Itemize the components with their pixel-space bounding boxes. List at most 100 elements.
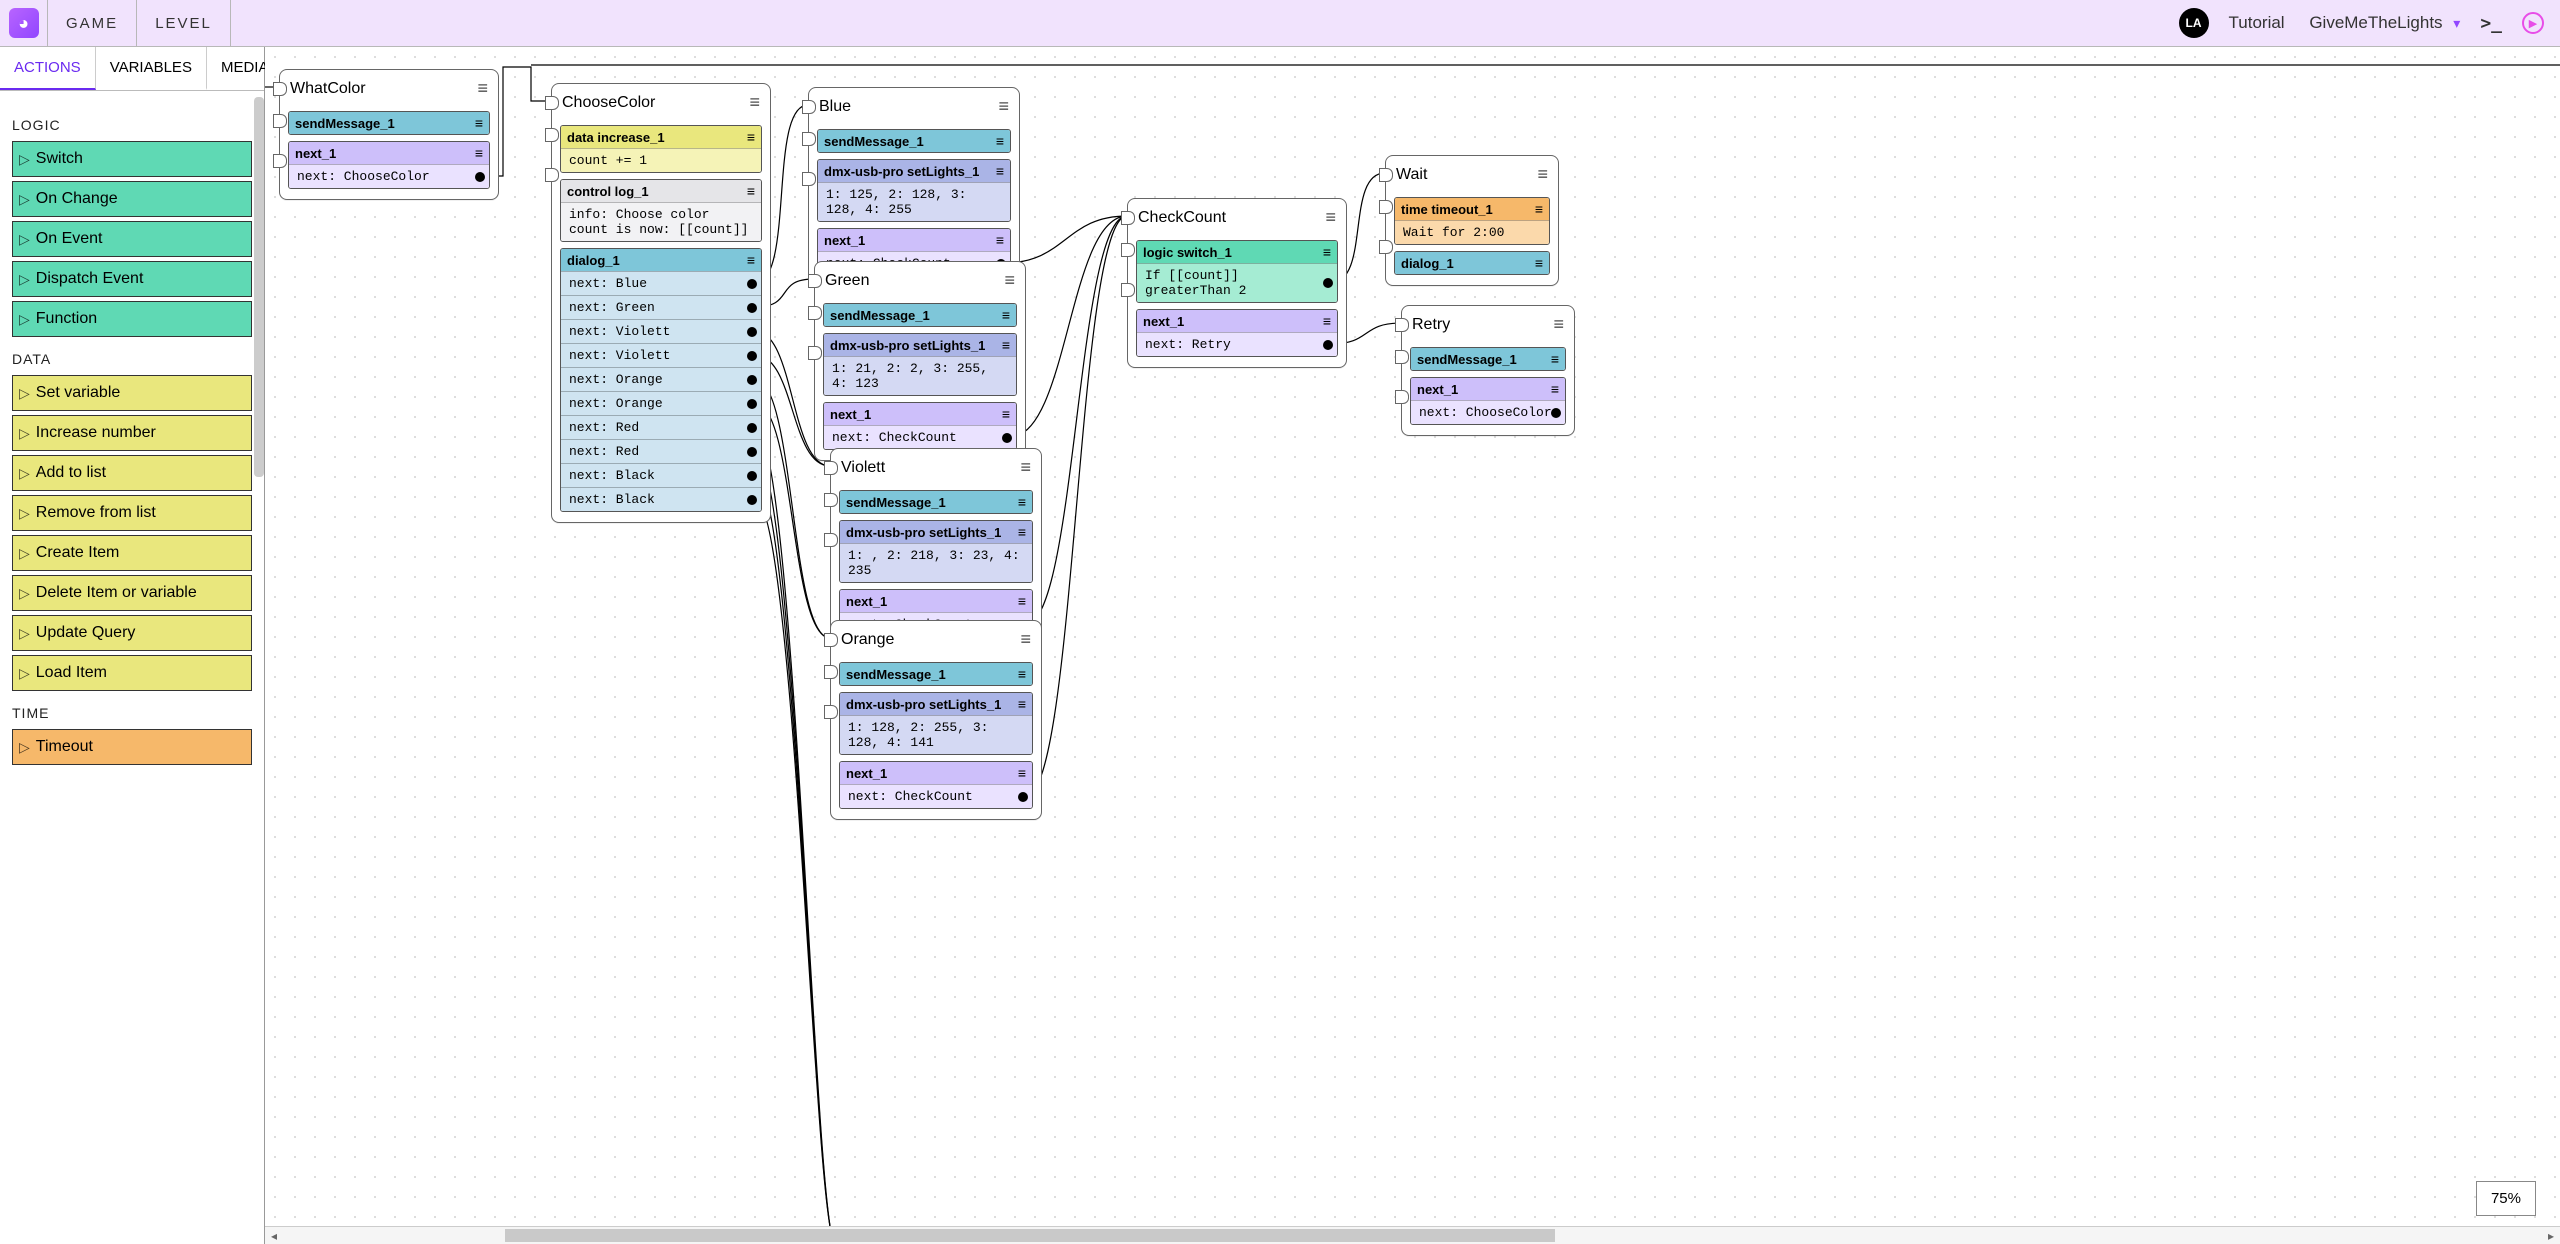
output-port[interactable]	[747, 303, 757, 313]
action-update-query[interactable]: ▷Update Query	[12, 615, 252, 651]
crumb-tutorial[interactable]: Tutorial	[2229, 13, 2285, 32]
node-row-send[interactable]: sendMessage_1≡	[817, 129, 1011, 153]
dialog-option[interactable]: next: Orange	[561, 367, 761, 391]
menu-icon[interactable]: ≡	[1323, 313, 1331, 329]
tab-actions[interactable]: ACTIONS	[0, 47, 96, 90]
dialog-option[interactable]: next: Red	[561, 439, 761, 463]
menu-icon[interactable]: ≡	[1020, 457, 1031, 478]
menu-icon[interactable]: ≡	[1002, 406, 1010, 422]
dialog-option[interactable]: next: Black	[561, 487, 761, 511]
zoom-indicator[interactable]: 75%	[2476, 1181, 2536, 1216]
app-logo[interactable]: ◕	[0, 0, 48, 46]
node-row-send[interactable]: sendMessage_1≡	[1410, 347, 1566, 371]
row-input-port[interactable]	[545, 128, 559, 142]
node-checkcount[interactable]: CheckCount≡ logic switch_1≡If [[count]] g…	[1127, 198, 1347, 368]
dialog-option[interactable]: next: Black	[561, 463, 761, 487]
menu-icon[interactable]: ≡	[996, 133, 1004, 149]
menu-icon[interactable]: ≡	[1325, 207, 1336, 228]
node-title[interactable]: CheckCount≡	[1128, 199, 1346, 236]
node-title[interactable]: ChooseColor≡	[552, 84, 770, 121]
node-input-port[interactable]	[1121, 211, 1135, 225]
node-row-time[interactable]: time timeout_1≡Wait for 2:00	[1394, 197, 1550, 245]
action-increase-number[interactable]: ▷Increase number	[12, 415, 252, 451]
row-input-port[interactable]	[824, 533, 838, 547]
node-row-next[interactable]: next_1≡next: ChooseColor	[288, 141, 490, 189]
canvas-h-scrollbar[interactable]: ◂ ▸	[265, 1226, 2560, 1244]
action-remove-from-list[interactable]: ▷Remove from list	[12, 495, 252, 531]
node-row-data[interactable]: data increase_1≡count += 1	[560, 125, 762, 173]
dialog-option[interactable]: next: Red	[561, 415, 761, 439]
node-input-port[interactable]	[1395, 318, 1409, 332]
scroll-right-icon[interactable]: ▸	[2542, 1227, 2560, 1244]
menu-icon[interactable]: ≡	[998, 96, 1009, 117]
row-input-port[interactable]	[1395, 390, 1409, 404]
action-on-change[interactable]: ▷On Change	[12, 181, 252, 217]
menu-icon[interactable]: ≡	[1018, 524, 1026, 540]
scroll-thumb[interactable]	[505, 1229, 1555, 1242]
node-title[interactable]: Blue≡	[809, 88, 1019, 125]
node-title[interactable]: Retry≡	[1402, 306, 1574, 343]
menu-icon[interactable]: ≡	[1018, 765, 1026, 781]
node-row-send[interactable]: sendMessage_1≡	[823, 303, 1017, 327]
row-input-port[interactable]	[273, 114, 287, 128]
node-row-next[interactable]: next_1≡next: CheckCount	[839, 761, 1033, 809]
menu-icon[interactable]: ≡	[475, 145, 483, 161]
row-input-port[interactable]	[824, 665, 838, 679]
output-port[interactable]	[747, 351, 757, 361]
node-input-port[interactable]	[545, 96, 559, 110]
row-input-port[interactable]	[545, 168, 559, 182]
node-row-ctrl[interactable]: control log_1≡info: Choose color count i…	[560, 179, 762, 242]
node-orange[interactable]: Orange≡sendMessage_1≡dmx-usb-pro setLigh…	[830, 620, 1042, 820]
node-row-send[interactable]: sendMessage_1≡	[288, 111, 490, 135]
breadcrumb[interactable]: Tutorial GiveMeTheLights ▾	[2229, 13, 2461, 33]
row-input-port[interactable]	[808, 306, 822, 320]
node-row-dmx[interactable]: dmx-usb-pro setLights_1≡1: 125, 2: 128, …	[817, 159, 1011, 222]
menu-icon[interactable]: ≡	[1535, 255, 1543, 271]
node-input-port[interactable]	[1379, 168, 1393, 182]
output-port[interactable]	[747, 471, 757, 481]
row-input-port[interactable]	[808, 346, 822, 360]
action-load-item[interactable]: ▷Load Item	[12, 655, 252, 691]
row-input-port[interactable]	[1379, 240, 1393, 254]
menu-level[interactable]: LEVEL	[137, 0, 231, 46]
node-violett[interactable]: Violett≡sendMessage_1≡dmx-usb-pro setLig…	[830, 448, 1042, 648]
node-row-dmx[interactable]: dmx-usb-pro setLights_1≡1: 128, 2: 255, …	[839, 692, 1033, 755]
menu-icon[interactable]: ≡	[996, 232, 1004, 248]
node-input-port[interactable]	[824, 461, 838, 475]
dialog-option[interactable]: next: Violett	[561, 343, 761, 367]
node-title[interactable]: Green≡	[815, 262, 1025, 299]
menu-game[interactable]: GAME	[48, 0, 137, 46]
action-create-item[interactable]: ▷Create Item	[12, 535, 252, 571]
row-input-port[interactable]	[1121, 283, 1135, 297]
node-title[interactable]: Wait≡	[1386, 156, 1558, 193]
node-choosecolor[interactable]: ChooseColor≡ data increase_1≡count += 1 co…	[551, 83, 771, 523]
node-row-dialog[interactable]: dialog_1≡next: Bluenext: Greennext: Viol…	[560, 248, 762, 512]
node-green[interactable]: Green≡ sendMessage_1≡ dmx-usb-pro setLight…	[814, 261, 1026, 461]
action-add-to-list[interactable]: ▷Add to list	[12, 455, 252, 491]
menu-icon[interactable]: ≡	[1551, 351, 1559, 367]
row-input-port[interactable]	[1121, 243, 1135, 257]
dialog-option[interactable]: next: Orange	[561, 391, 761, 415]
output-port[interactable]	[747, 495, 757, 505]
node-input-port[interactable]	[802, 100, 816, 114]
output-port[interactable]	[747, 423, 757, 433]
node-input-port[interactable]	[273, 82, 287, 96]
action-on-event[interactable]: ▷On Event	[12, 221, 252, 257]
output-port[interactable]	[1323, 278, 1333, 288]
output-port[interactable]	[1018, 792, 1028, 802]
node-row-logic[interactable]: logic switch_1≡If [[count]] greaterThan …	[1136, 240, 1338, 303]
output-port[interactable]	[747, 399, 757, 409]
menu-icon[interactable]: ≡	[1537, 164, 1548, 185]
node-title[interactable]: Orange≡	[831, 621, 1041, 658]
sidebar-scroll-thumb[interactable]	[254, 97, 264, 477]
terminal-icon[interactable]: >_	[2480, 13, 2502, 34]
action-delete-item-or-variable[interactable]: ▷Delete Item or variable	[12, 575, 252, 611]
node-row-next[interactable]: next_1≡next: CheckCount	[823, 402, 1017, 450]
node-row-next[interactable]: next_1≡next: Retry	[1136, 309, 1338, 357]
menu-icon[interactable]: ≡	[1535, 201, 1543, 217]
canvas[interactable]: WhatColor≡sendMessage_1≡next_1≡next: Cho…	[265, 47, 2560, 1244]
node-blue[interactable]: Blue≡ sendMessage_1≡ dmx-usb-pro setLights…	[808, 87, 1020, 287]
dialog-option[interactable]: next: Blue	[561, 271, 761, 295]
node-row-dmx[interactable]: dmx-usb-pro setLights_1≡1: 21, 2: 2, 3: …	[823, 333, 1017, 396]
menu-icon[interactable]: ≡	[1018, 494, 1026, 510]
